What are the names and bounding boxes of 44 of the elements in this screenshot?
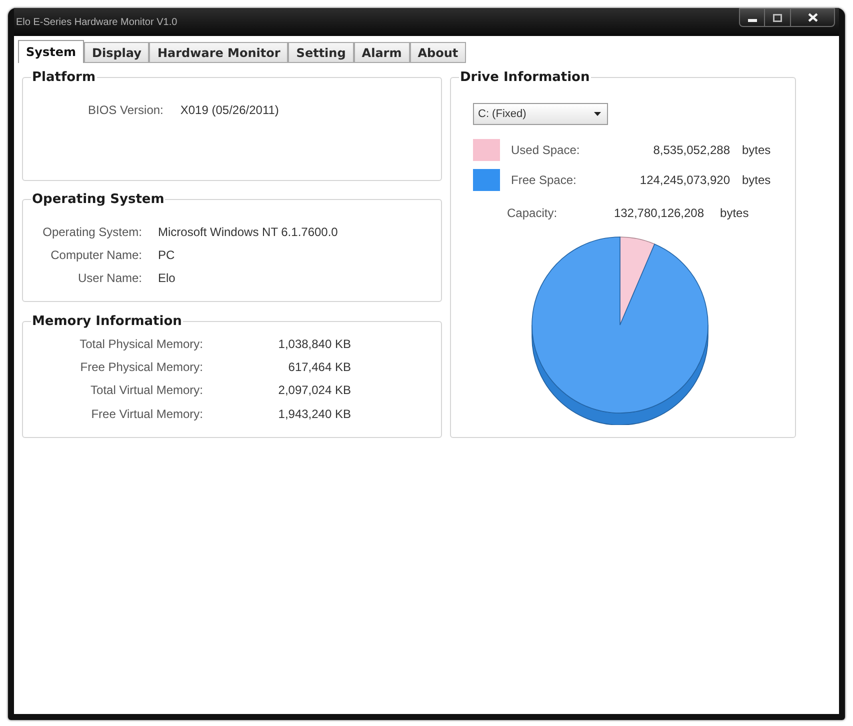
unit-label: bytes xyxy=(742,142,771,159)
field-label: Total Virtual Memory: xyxy=(90,382,203,400)
tab[interactable]: System xyxy=(18,40,84,63)
legend-label: Free Space: xyxy=(511,172,578,189)
group-title: Memory Information xyxy=(31,313,183,330)
field-label: BIOS Version: xyxy=(88,102,164,118)
group-title: Operating System xyxy=(31,191,166,208)
minimize-button[interactable] xyxy=(739,8,765,27)
unit-label: bytes xyxy=(720,205,749,222)
field-label: Computer Name: xyxy=(50,246,142,264)
close-icon xyxy=(808,13,818,22)
maximize-icon xyxy=(773,14,782,22)
field-label: Free Virtual Memory: xyxy=(90,406,203,423)
field-label: Operating System: xyxy=(42,224,142,240)
legend-value: 8,535,052,288 xyxy=(652,142,730,159)
field-value: 1,943,240 KB xyxy=(277,406,351,423)
drive-dropdown[interactable]: C: (Fixed) xyxy=(473,103,608,125)
field-label: User Name: xyxy=(76,270,142,286)
capacity-label: Capacity: xyxy=(507,205,558,222)
field-value: 617,464 KB xyxy=(287,358,351,376)
tab[interactable]: Alarm xyxy=(354,42,410,63)
group-title: Platform xyxy=(31,69,97,86)
tab[interactable]: Hardware Monitor xyxy=(149,42,288,63)
minimize-icon xyxy=(748,18,756,22)
window-title: Elo E-Series Hardware Monitor V1.0 xyxy=(16,17,178,29)
legend-value: 124,245,073,920 xyxy=(638,172,730,189)
field-label: Total Physical Memory: xyxy=(78,336,203,353)
field-value: Microsoft Windows NT 6.1.7600.0 xyxy=(158,224,338,240)
close-button[interactable] xyxy=(790,8,835,27)
field-label: Free Physical Memory: xyxy=(79,358,203,376)
field-value: X019 (05/26/2011) xyxy=(180,102,279,118)
tab[interactable]: Setting xyxy=(288,42,354,63)
field-value: Elo xyxy=(158,270,176,286)
field-value: PC xyxy=(158,246,175,264)
tab[interactable]: Display xyxy=(84,42,150,63)
legend-label: Used Space: xyxy=(511,142,581,159)
unit-label: bytes xyxy=(742,172,771,189)
capacity-value: 132,780,126,208 xyxy=(612,205,704,222)
tab[interactable]: About xyxy=(410,42,466,63)
field-value: 2,097,024 KB xyxy=(277,382,351,400)
caret-icon xyxy=(594,112,601,116)
maximize-button[interactable] xyxy=(765,8,790,27)
field-value: 1,038,840 KB xyxy=(277,336,351,353)
group-title: Drive Information xyxy=(459,69,591,86)
